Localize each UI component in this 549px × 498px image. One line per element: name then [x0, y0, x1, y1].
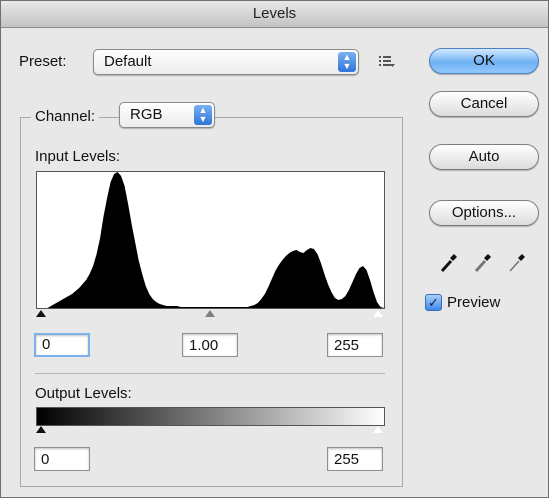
- popup-arrows-icon: ▲ ▼: [194, 105, 212, 125]
- output-black-slider[interactable]: [36, 426, 46, 433]
- gray-point-eyedropper-icon[interactable]: [473, 251, 493, 273]
- cancel-button[interactable]: Cancel: [429, 91, 539, 117]
- preset-label: Preset:: [19, 53, 67, 70]
- input-white-field[interactable]: 255: [327, 333, 383, 357]
- preview-checkbox[interactable]: ✓: [425, 294, 442, 311]
- levels-dialog: Levels Preset: Default ▲ ▼ OK Cancel Auto…: [0, 0, 549, 498]
- channel-dropdown[interactable]: RGB ▲ ▼: [119, 102, 215, 128]
- auto-button[interactable]: Auto: [429, 144, 539, 170]
- input-gamma-slider[interactable]: [205, 310, 215, 317]
- white-point-eyedropper-icon[interactable]: [507, 251, 527, 273]
- preset-dropdown[interactable]: Default ▲ ▼: [93, 49, 359, 75]
- channel-label: Channel:: [31, 108, 100, 125]
- input-black-slider[interactable]: [36, 310, 46, 317]
- black-point-eyedropper-icon[interactable]: [439, 251, 459, 273]
- preset-value: Default: [104, 53, 152, 70]
- options-button[interactable]: Options...: [429, 200, 539, 226]
- output-levels-label: Output Levels:: [35, 385, 132, 402]
- channel-value: RGB: [130, 106, 163, 123]
- input-levels-label: Input Levels:: [35, 148, 121, 165]
- input-black-field[interactable]: 0: [34, 333, 90, 357]
- output-white-slider[interactable]: [372, 425, 384, 434]
- histogram-graph: [37, 172, 384, 308]
- popup-arrows-icon: ▲ ▼: [338, 52, 356, 72]
- output-gradient: [36, 407, 385, 426]
- output-black-field[interactable]: 0: [34, 447, 90, 471]
- divider: [35, 373, 385, 374]
- ok-button[interactable]: OK: [429, 48, 539, 74]
- title-bar: Levels: [1, 1, 548, 28]
- input-gamma-field[interactable]: 1.00: [182, 333, 238, 357]
- preview-label: Preview: [447, 294, 501, 311]
- output-white-field[interactable]: 255: [327, 447, 383, 471]
- input-white-slider[interactable]: [372, 309, 384, 318]
- histogram-shape: [37, 172, 384, 308]
- preset-options-icon[interactable]: [379, 56, 395, 68]
- histogram: [36, 171, 385, 309]
